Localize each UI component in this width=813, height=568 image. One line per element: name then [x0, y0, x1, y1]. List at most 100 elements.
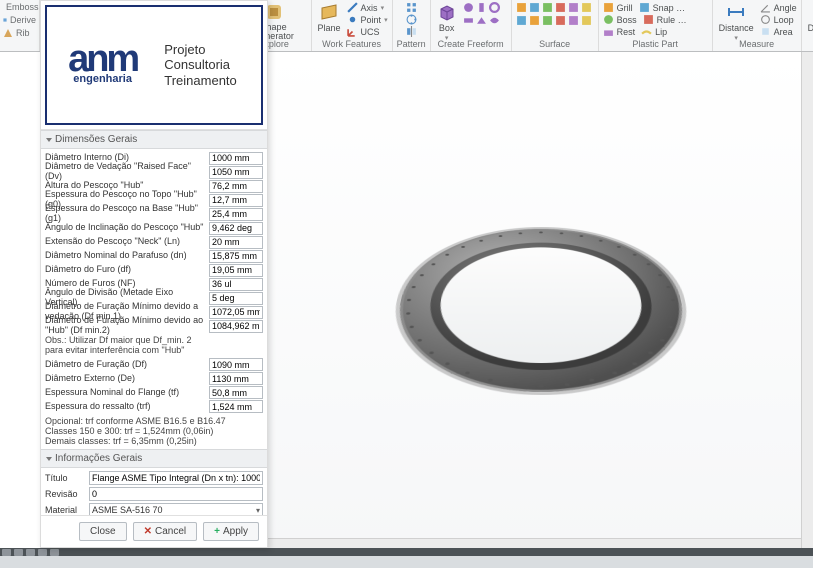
logo: anm engenharia Projeto Consultoria Trein… — [41, 1, 267, 130]
param-input[interactable] — [209, 372, 263, 385]
param-input[interactable] — [209, 180, 263, 193]
group-pattern-label: Pattern — [397, 38, 426, 51]
section-dimensoes[interactable]: Dimensões Gerais — [41, 130, 267, 149]
param-input[interactable] — [209, 194, 263, 207]
material-select[interactable]: ASME SA-516 70▾ — [89, 503, 263, 515]
derive-button[interactable]: Derive — [3, 15, 36, 25]
param-row: Diâmetro de Furação Mínimo devido ao "Hu… — [45, 319, 263, 333]
group-measure: Distance▾ Angle Loop Area Measure — [713, 0, 802, 51]
ucs-icon — [347, 26, 358, 37]
group-measure-label: Measure — [717, 38, 797, 51]
derive2-button[interactable]: Derive — [806, 2, 813, 33]
ff-icon[interactable] — [489, 2, 500, 13]
param-input[interactable] — [209, 264, 263, 277]
button-bar: Close ✕Cancel +Apply — [41, 515, 267, 547]
param-input[interactable] — [209, 250, 263, 263]
param-input[interactable] — [209, 306, 263, 319]
param-label: Diâmetro Nominal do Parafuso (dn) — [45, 251, 209, 261]
param-input[interactable] — [209, 278, 263, 291]
param-row: Diâmetro de Vedação "Raised Face" (Dv) — [45, 165, 263, 179]
area-button[interactable]: Area — [760, 26, 797, 37]
group-surface-label: Surface — [516, 38, 594, 51]
group-pattern: Pattern — [393, 0, 431, 51]
rib-button[interactable]: Rib — [3, 28, 36, 38]
titulo-input[interactable] — [89, 471, 263, 485]
param-input[interactable] — [209, 292, 263, 305]
ff-icon[interactable] — [476, 2, 487, 13]
lip-button[interactable]: Lip — [641, 26, 667, 37]
close-button[interactable]: Close — [79, 522, 127, 541]
param-input[interactable] — [209, 320, 263, 333]
pattern-mirror-button[interactable] — [406, 26, 417, 37]
distance-icon — [726, 2, 746, 22]
param-input[interactable] — [209, 386, 263, 399]
param-row: Diâmetro Nominal do Parafuso (dn) — [45, 249, 263, 263]
ff-icon[interactable] — [476, 15, 487, 26]
axis-button[interactable]: Axis▾ — [347, 2, 388, 13]
group-insert-label: Insert — [806, 38, 813, 51]
cancel-button[interactable]: ✕Cancel — [133, 522, 198, 541]
param-input[interactable] — [209, 166, 263, 179]
param-input[interactable] — [209, 236, 263, 249]
status-icons — [2, 548, 59, 556]
emboss-label: Emboss — [6, 2, 39, 12]
plane-button[interactable]: Plane — [316, 2, 343, 33]
param-label: Extensão do Pescoço "Neck" (Ln) — [45, 237, 209, 247]
logo-brand-sub: engenharia — [68, 73, 137, 85]
rule-button[interactable]: Rule … — [643, 14, 687, 25]
viewport-3d[interactable] — [268, 52, 813, 548]
param-input[interactable] — [209, 358, 263, 371]
param-input[interactable] — [209, 152, 263, 165]
apply-button[interactable]: +Apply — [203, 522, 259, 541]
param-row: Extensão do Pescoço "Neck" (Ln) — [45, 235, 263, 249]
param-label: Espessura Nominal do Flange (tf) — [45, 388, 209, 398]
pattern-rect-button[interactable] — [406, 2, 417, 13]
angle-button[interactable]: Angle — [760, 2, 797, 13]
point-button[interactable]: Point▾ — [347, 14, 388, 25]
pattern-circ-button[interactable] — [406, 14, 417, 25]
param-row: Espessura Nominal do Flange (tf) — [45, 386, 263, 400]
ff-icon[interactable] — [463, 15, 474, 26]
ilogic-form-panel: anm engenharia Projeto Consultoria Trein… — [40, 0, 268, 548]
loop-button[interactable]: Loop — [760, 14, 797, 25]
flange-model — [380, 229, 701, 392]
param-input[interactable] — [209, 208, 263, 221]
plus-icon: + — [214, 526, 220, 537]
section-info[interactable]: Informações Gerais — [41, 449, 267, 468]
param-row: Espessura do ressalto (trf) — [45, 400, 263, 414]
param-label: Ângulo de Inclinação do Pescoço "Hub" — [45, 223, 209, 233]
param-input[interactable] — [209, 222, 263, 235]
emboss-button[interactable]: Emboss — [3, 2, 36, 12]
scrollbar-horizontal[interactable] — [268, 538, 801, 548]
box-icon — [437, 2, 457, 22]
info-list: Título Revisão Material ASME SA-516 70▾ — [41, 468, 267, 515]
boss-button[interactable]: Boss — [603, 14, 637, 25]
param-row: Diâmetro Externo (De) — [45, 372, 263, 386]
x-icon: ✕ — [144, 526, 152, 537]
status-bar — [0, 556, 813, 568]
ribbon-left-column: Emboss Derive Rib — [0, 0, 40, 51]
scrollbar-vertical[interactable] — [801, 52, 813, 548]
rib-label: Rib — [16, 28, 30, 38]
grill-button[interactable]: Grill — [603, 2, 633, 13]
distance-button[interactable]: Distance▾ — [717, 2, 756, 42]
box-button[interactable]: Box▾ — [435, 2, 459, 42]
rest-button[interactable]: Rest — [603, 26, 636, 37]
plane-label: Plane — [318, 23, 341, 33]
group-freeform: Box▾ Create Freeform — [431, 0, 512, 51]
chevron-down-icon: ▾ — [256, 506, 260, 515]
group-workfeatures-label: Work Features — [316, 38, 388, 51]
param-label: Diâmetro de Furação (Df) — [45, 360, 209, 370]
point-icon — [347, 14, 358, 25]
ucs-button[interactable]: UCS — [347, 26, 388, 37]
ff-icon[interactable] — [463, 2, 474, 13]
group-surface: Surface — [512, 0, 599, 51]
param-label: Diâmetro Externo (De) — [45, 374, 209, 384]
param-input[interactable] — [209, 400, 263, 413]
revisao-input[interactable] — [89, 487, 263, 501]
group-workfeatures: Plane Axis▾ Point▾ UCS Work Features — [312, 0, 393, 51]
param-row: Espessura do Pescoço na Base "Hub" (g1) — [45, 207, 263, 221]
snap-button[interactable]: Snap … — [639, 2, 686, 13]
ff-icon[interactable] — [489, 15, 500, 26]
param-label: Diâmetro do Furo (df) — [45, 265, 209, 275]
